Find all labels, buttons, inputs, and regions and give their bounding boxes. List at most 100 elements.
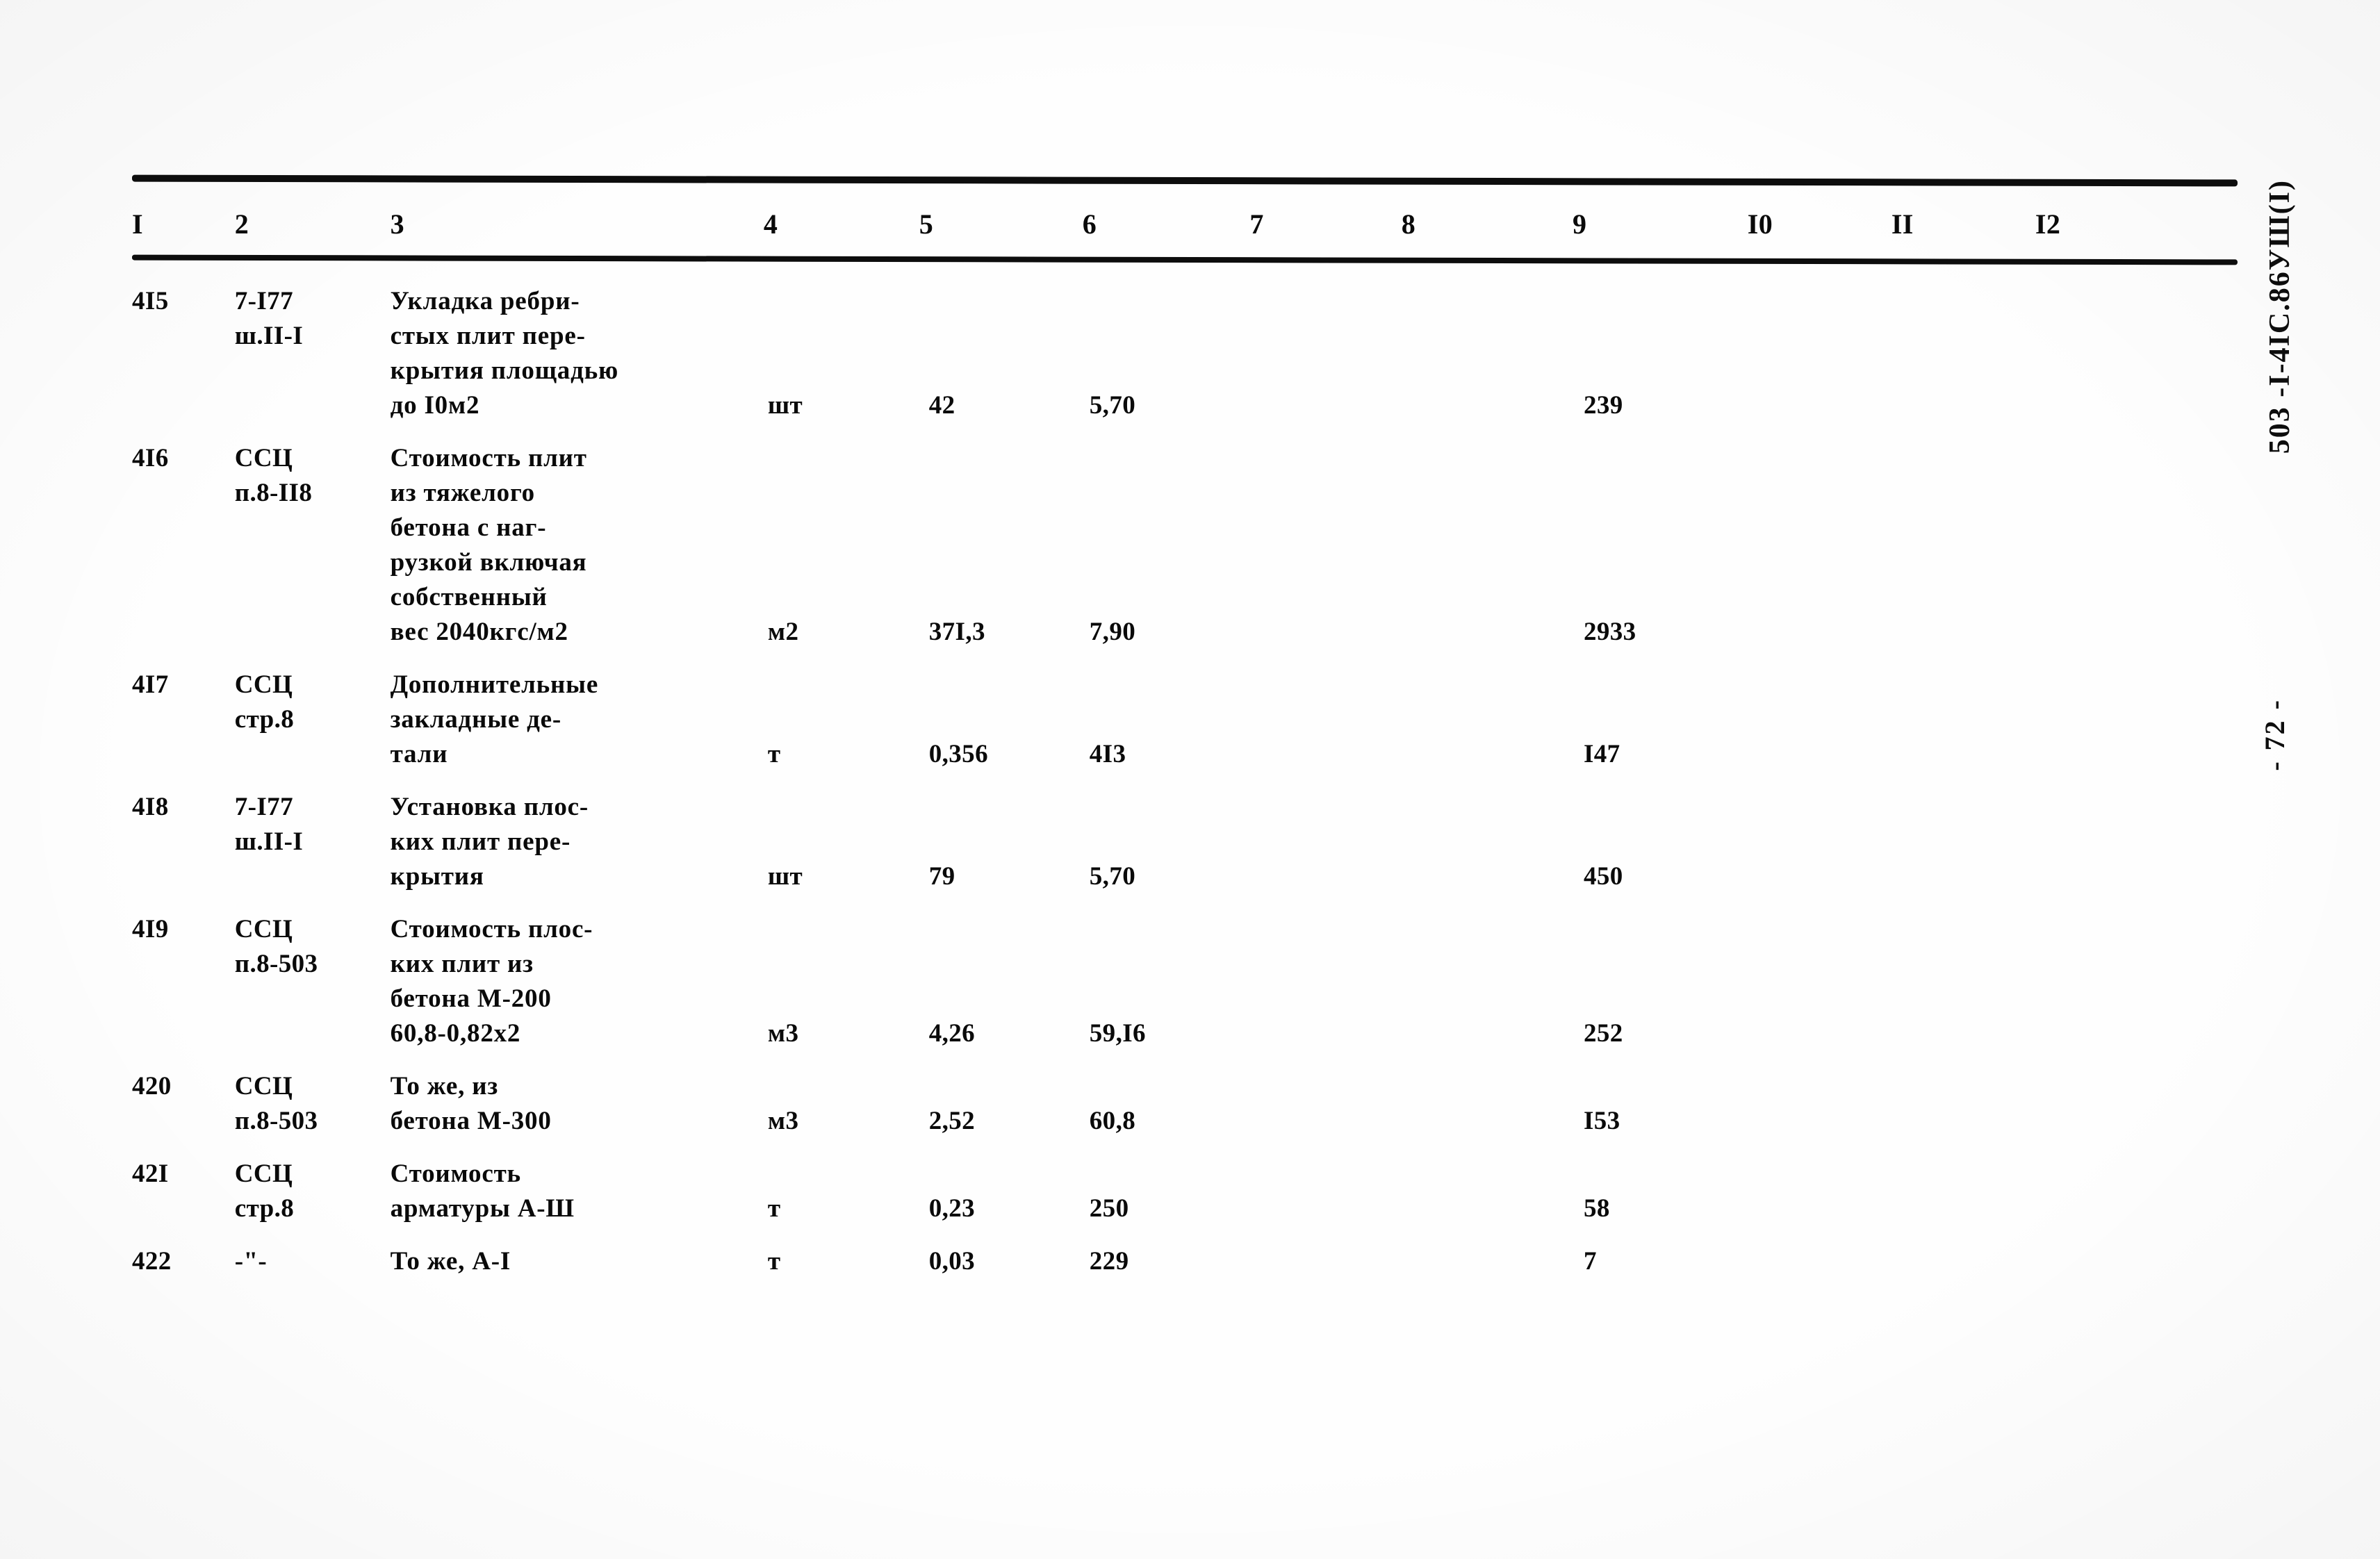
row-quantity: 37I,3: [919, 423, 1083, 650]
row-col7: [1249, 650, 1401, 772]
row-unit-text: т: [767, 1247, 781, 1276]
row-total-text: 239: [1583, 391, 1623, 420]
row-description-text: Стоимость плит из тяжелого бетона с наг-…: [390, 444, 587, 646]
row-number-text: 4I7: [132, 670, 169, 699]
row-code-text: ССЦ п.8-503: [234, 1072, 318, 1135]
row-description: Стоимость плос- ких плит из бетона М-200…: [391, 894, 764, 1051]
row-col11: [1891, 262, 2035, 423]
row-price: 5,70: [1083, 772, 1250, 894]
row-quantity: 79: [919, 772, 1083, 894]
row-total: 2933: [1573, 423, 1748, 650]
row-price-text: 5,70: [1089, 862, 1136, 891]
scanned-page: I 2 3 4 5 6 7 8 9 I0 II I2 4I5 7-I77 ш.I…: [0, 0, 2380, 1559]
row-description: Дополнительные закладные де- тали: [391, 650, 764, 772]
row-number: 4I7: [132, 650, 235, 772]
row-col7: [1249, 1139, 1401, 1226]
row-col8: [1402, 1226, 1573, 1279]
row-number: 4I9: [132, 894, 235, 1051]
row-col10: [1748, 423, 1891, 650]
row-quantity-text: 0,23: [928, 1194, 976, 1223]
row-col12: [2035, 772, 2238, 894]
table-row: 4I5 7-I77 ш.II-I Укладка ребри- стых плит …: [132, 262, 2238, 423]
row-total-text: 58: [1583, 1194, 1610, 1223]
row-quantity-text: 0,356: [928, 740, 988, 768]
row-quantity: 4,26: [919, 894, 1083, 1051]
row-number-text: 4I8: [132, 793, 169, 821]
row-code: 7-I77 ш.II-I: [235, 772, 391, 894]
row-quantity: 42: [919, 262, 1083, 423]
row-col10: [1748, 262, 1891, 423]
row-number-text: 4I6: [132, 444, 169, 472]
row-total-text: I47: [1583, 740, 1620, 768]
row-price-text: 7,90: [1089, 618, 1136, 646]
row-unit: м3: [764, 1051, 919, 1139]
table-row: 4I9 ССЦ п.8-503 Стоимость плос- ких плит и…: [132, 894, 2238, 1051]
column-header-7: 7: [1249, 208, 1264, 240]
row-description: Укладка ребри- стых плит пере- крытия пл…: [391, 262, 764, 423]
row-col12: [2035, 1051, 2238, 1139]
row-price-text: 59,I6: [1089, 1019, 1146, 1048]
row-quantity-text: 4,26: [928, 1019, 976, 1048]
row-code-text: ССЦ стр.8: [234, 1160, 295, 1223]
row-unit: т: [764, 1139, 919, 1226]
page-number-margin: - 72 -: [2259, 698, 2290, 771]
row-unit: м3: [764, 894, 919, 1051]
row-number-text: 42I: [132, 1160, 169, 1188]
row-col7: [1249, 1226, 1401, 1279]
row-unit-text: шт: [767, 862, 803, 891]
row-number: 4I5: [132, 262, 235, 423]
row-total: 239: [1573, 262, 1748, 423]
row-description: Стоимость плит из тяжелого бетона с наг-…: [391, 423, 764, 650]
row-col12: [2035, 423, 2238, 650]
row-description: Стоимость арматуры А-Ш: [391, 1139, 764, 1226]
row-total-text: 450: [1583, 862, 1623, 891]
row-quantity-text: 37I,3: [928, 618, 985, 646]
row-description-text: Стоимость арматуры А-Ш: [390, 1160, 575, 1223]
row-unit-text: т: [767, 1194, 781, 1223]
row-price-text: 5,70: [1089, 391, 1136, 420]
row-unit-text: т: [767, 740, 781, 768]
table-row: 4I7 ССЦ стр.8 Дополнительные закладные де-…: [132, 650, 2238, 772]
column-header-6: 6: [1082, 208, 1097, 240]
row-code: -"-: [235, 1226, 391, 1279]
table-row: 42I ССЦ стр.8 Стоимость арматуры А-Ш т 0,23 2…: [132, 1139, 2238, 1226]
row-col10: [1748, 894, 1891, 1051]
row-description: То же, А-I: [391, 1226, 764, 1279]
row-description: Установка плос- ких плит пере- крытия: [391, 772, 764, 894]
row-code-text: ССЦ стр.8: [234, 670, 295, 734]
row-total: 7: [1573, 1226, 1748, 1279]
row-price: 60,8: [1083, 1051, 1250, 1139]
row-col11: [1891, 1226, 2035, 1279]
column-header-3: 3: [390, 208, 405, 240]
row-description-text: Укладка ребри- стых плит пере- крытия пл…: [390, 287, 619, 420]
row-number-text: 4I9: [132, 915, 169, 943]
row-quantity: 2,52: [919, 1051, 1083, 1139]
column-header-4: 4: [763, 208, 778, 240]
row-col10: [1748, 1226, 1891, 1279]
row-code: ССЦ п.8-503: [235, 894, 391, 1051]
row-number: 4I6: [132, 423, 235, 650]
row-col12: [2035, 262, 2238, 423]
row-col11: [1891, 1051, 2035, 1139]
row-description-text: То же, из бетона М-300: [390, 1072, 552, 1135]
row-price-text: 229: [1089, 1247, 1129, 1276]
row-col7: [1249, 894, 1401, 1051]
row-col8: [1402, 1051, 1573, 1139]
table-row: 4I8 7-I77 ш.II-I Установка плос- ких плит …: [132, 772, 2238, 894]
row-col10: [1748, 650, 1891, 772]
row-unit: т: [764, 650, 919, 772]
row-total: I53: [1573, 1051, 1748, 1139]
row-quantity: 0,23: [919, 1139, 1083, 1226]
column-header-9: 9: [1572, 208, 1587, 240]
row-code: ССЦ п.8-503: [235, 1051, 391, 1139]
row-price: 59,I6: [1083, 894, 1250, 1051]
row-col7: [1249, 772, 1401, 894]
row-col12: [2035, 650, 2238, 772]
row-col7: [1249, 262, 1401, 423]
row-total-text: 7: [1583, 1247, 1597, 1276]
row-number: 422: [132, 1226, 235, 1279]
row-col10: [1748, 1051, 1891, 1139]
table-row: 420 ССЦ п.8-503 То же, из бетона М-300 м3 2,…: [132, 1051, 2238, 1139]
row-description: То же, из бетона М-300: [391, 1051, 764, 1139]
row-description-text: Стоимость плос- ких плит из бетона М-200…: [390, 915, 593, 1048]
